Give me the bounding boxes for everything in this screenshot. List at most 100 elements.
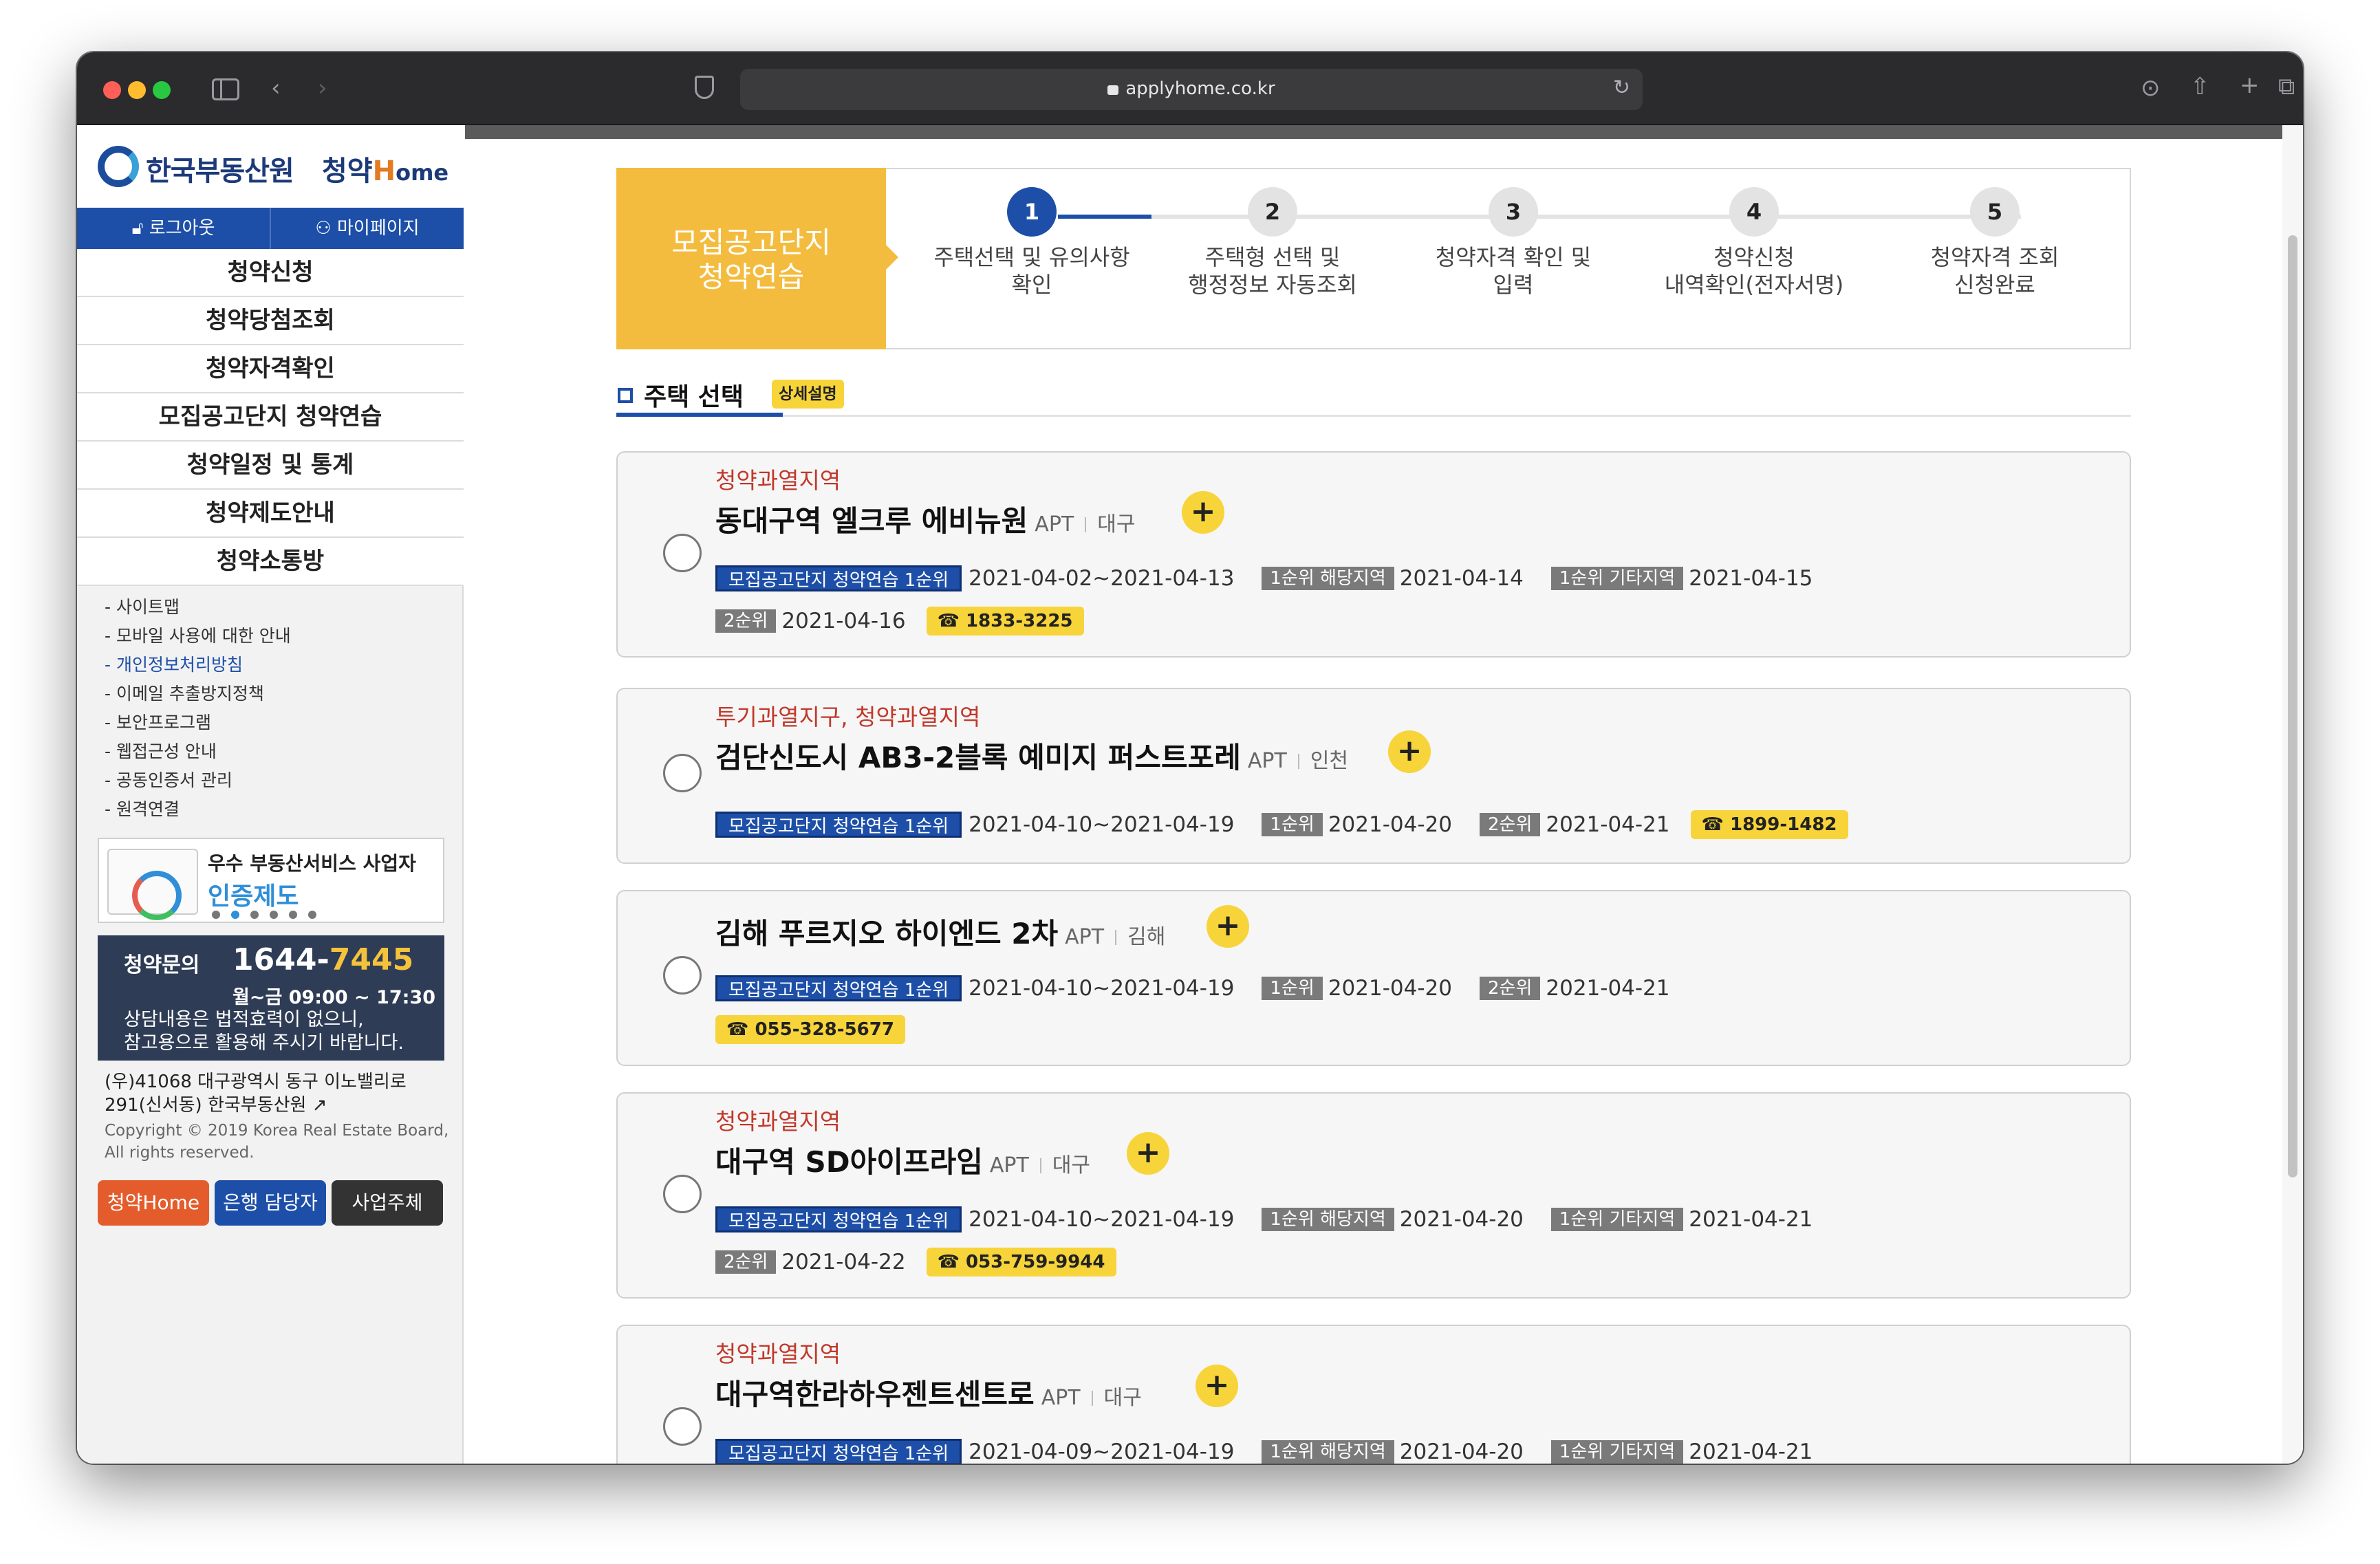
housing-tag: 투기과열지구, 청약과열지역 xyxy=(715,704,981,730)
steps-title: 모집공고단지 청약연습 xyxy=(616,168,898,349)
certification-banner[interactable]: 우수 부동산서비스 사업자 인증제도 xyxy=(98,838,444,923)
banner-pager[interactable] xyxy=(212,911,316,919)
close-window-button[interactable] xyxy=(103,81,121,99)
housing-card[interactable]: 청약과열지역 대구역 SD아이프라임 APT 대구 + 모집공고단지 청약연습 1순… xyxy=(616,1092,2131,1299)
phone-badge[interactable]: ☎ 1833-3225 xyxy=(926,607,1084,636)
inquiry-phone: 1644-7445 xyxy=(232,942,414,977)
inquiry-box: 청약문의 1644-7445 월~금 09:00 ~ 17:30 상담내용은 법… xyxy=(98,935,444,1061)
housing-radio[interactable] xyxy=(663,754,702,792)
applyhome-button[interactable]: 청약Home xyxy=(98,1180,209,1226)
forward-icon[interactable]: › xyxy=(318,74,327,102)
housing-tag: 청약과열지역 xyxy=(715,467,841,494)
sidebar-item-apply[interactable]: 청약신청 xyxy=(77,249,464,297)
mypage-button[interactable]: ⚇ 마이페이지 xyxy=(271,208,464,249)
housing-card[interactable]: 투기과열지구, 청약과열지역 검단신도시 AB3-2블록 예미지 퍼스트포레 AP… xyxy=(616,688,2131,864)
detail-info-button[interactable]: 상세설명 xyxy=(772,380,844,409)
step-4: 4 청약신청 내역확인(전자서명) xyxy=(1637,187,1871,298)
link-security-program[interactable]: - 보안프로그램 xyxy=(105,708,291,737)
schedule-row: 모집공고단지 청약연습 1순위 2021-04-10~2021-04-19 1순위… xyxy=(715,1206,1840,1232)
housing-title: 검단신도시 AB3-2블록 예미지 퍼스트포레 APT 인천 xyxy=(715,741,1349,774)
housing-title: 대구역 SD아이프라임 APT 대구 xyxy=(715,1145,1091,1179)
url-text: applyhome.co.kr xyxy=(1125,78,1275,99)
new-tab-icon[interactable]: + xyxy=(2240,72,2260,99)
sidebar: 한국부동산원 청약Home 🔓︎ 로그아웃 ⚇ 마이페이지 청약신청 청약당첨조… xyxy=(77,125,464,1464)
add-icon[interactable]: + xyxy=(1388,730,1431,773)
schedule-row: ☎ 055-328-5677 xyxy=(715,1015,905,1044)
link-certificate[interactable]: - 공동인증서 관리 xyxy=(105,766,291,795)
housing-radio[interactable] xyxy=(663,1407,702,1446)
cert-line2: 인증제도 xyxy=(208,882,299,911)
phone-badge[interactable]: ☎ 1899-1482 xyxy=(1690,810,1848,839)
schedule-row: 2순위 2021-04-22 ☎ 053-759-9944 xyxy=(715,1248,1116,1277)
minimize-window-button[interactable] xyxy=(128,81,146,99)
site-switch-buttons: 청약Home 은행 담당자 사업주체 xyxy=(98,1180,443,1226)
sidebar-item-schedule[interactable]: 청약일정 및 통계 xyxy=(77,442,464,490)
zoom-window-button[interactable] xyxy=(153,81,171,99)
link-privacy-policy[interactable]: - 개인정보처리방침 xyxy=(105,651,291,680)
browser-window: ‹ › applyhome.co.kr ↻ ⊙ ⇧ + ⧉ 한국부동산원 청약H… xyxy=(77,52,2303,1464)
link-email-policy[interactable]: - 이메일 추출방지정책 xyxy=(105,680,291,708)
housing-tag: 청약과열지역 xyxy=(715,1340,841,1367)
site-logo[interactable]: 한국부동산원 청약Home xyxy=(77,125,464,208)
inquiry-note: 상담내용은 법적효력이 없으니, 참고용으로 활용해 주시기 바랍니다. xyxy=(124,1009,404,1054)
bank-staff-button[interactable]: 은행 담당자 xyxy=(215,1180,326,1226)
add-icon[interactable]: + xyxy=(1207,905,1249,948)
reload-icon[interactable]: ↻ xyxy=(1613,76,1630,100)
housing-radio[interactable] xyxy=(663,1175,702,1213)
tab-overview-icon[interactable]: ⧉ xyxy=(2278,73,2295,100)
inquiry-hours: 월~금 09:00 ~ 17:30 xyxy=(232,987,436,1008)
inquiry-label: 청약문의 xyxy=(124,953,200,977)
lock-icon: 🔓︎ xyxy=(131,218,149,239)
section-header: 주택 선택 상세설명 xyxy=(616,362,2131,417)
address: (우)41068 대구광역시 동구 이노밸리로 291(신서동) 한국부동산원 … xyxy=(105,1072,407,1116)
housing-radio[interactable] xyxy=(663,534,702,572)
link-accessibility[interactable]: - 웹접근성 안내 xyxy=(105,737,291,766)
housing-tag: 청약과열지역 xyxy=(715,1108,841,1135)
back-icon[interactable]: ‹ xyxy=(271,74,281,102)
scrollbar-thumb[interactable] xyxy=(2288,235,2297,1177)
address-bar[interactable]: applyhome.co.kr ↻ xyxy=(740,69,1643,110)
sidebar-item-guide[interactable]: 청약제도안내 xyxy=(77,490,464,538)
share-icon[interactable]: ⇧ xyxy=(2190,73,2210,100)
add-icon[interactable]: + xyxy=(1127,1132,1169,1175)
copyright: Copyright © 2019 Korea Real Estate Board… xyxy=(105,1122,449,1162)
phone-badge[interactable]: ☎ 055-328-5677 xyxy=(715,1015,905,1044)
housing-card[interactable]: 청약과열지역 대구역한라하우젠트센트로 APT 대구 + 모집공고단지 청약연습 1… xyxy=(616,1325,2131,1464)
housing-card[interactable]: 김해 푸르지오 하이엔드 2차 APT 김해 + 모집공고단지 청약연습 1순위 20… xyxy=(616,890,2131,1066)
link-remote[interactable]: - 원격연결 xyxy=(105,795,291,824)
add-icon[interactable]: + xyxy=(1196,1365,1238,1407)
sidebar-menu: 청약신청 청약당첨조회 청약자격확인 모집공고단지 청약연습 청약일정 및 통계… xyxy=(77,249,464,586)
logo-icon xyxy=(98,146,139,187)
logo-org-name: 한국부동산원 xyxy=(146,155,294,187)
browser-titlebar: ‹ › applyhome.co.kr ↻ ⊙ ⇧ + ⧉ xyxy=(77,52,2303,125)
schedule-row: 모집공고단지 청약연습 1순위 2021-04-10~2021-04-19 1순위… xyxy=(715,975,1698,1001)
add-icon[interactable]: + xyxy=(1182,491,1224,534)
certification-emblem-icon xyxy=(107,849,198,920)
section-square-icon xyxy=(618,388,633,403)
phone-badge[interactable]: ☎ 053-759-9944 xyxy=(926,1248,1116,1277)
sidebar-item-practice[interactable]: 모집공고단지 청약연습 xyxy=(77,393,464,442)
sidebar-toggle-icon[interactable] xyxy=(212,78,239,100)
housing-radio[interactable] xyxy=(663,956,702,995)
privacy-shield-icon[interactable] xyxy=(695,76,714,99)
auth-bar: 🔓︎ 로그아웃 ⚇ 마이페이지 xyxy=(77,208,464,249)
schedule-row: 모집공고단지 청약연습 1순위 2021-04-09~2021-04-19 1순위… xyxy=(715,1439,1840,1464)
download-icon[interactable]: ⊙ xyxy=(2141,74,2161,102)
housing-title: 대구역한라하우젠트센트로 APT 대구 xyxy=(715,1378,1142,1411)
housing-title: 김해 푸르지오 하이엔드 2차 APT 김해 xyxy=(715,917,1166,951)
link-sitemap[interactable]: - 사이트맵 xyxy=(105,593,291,622)
housing-card[interactable]: 청약과열지역 동대구역 엘크루 에비뉴원 APT 대구 + 모집공고단지 청약연습 … xyxy=(616,451,2131,658)
sidebar-item-community[interactable]: 청약소통방 xyxy=(77,538,464,586)
footer-links: - 사이트맵 - 모바일 사용에 대한 안내 - 개인정보처리방침 - 이메일 … xyxy=(105,593,291,824)
scrollbar[interactable] xyxy=(2282,125,2303,1464)
user-icon: ⚇ xyxy=(315,218,337,239)
link-mobile-guide[interactable]: - 모바일 사용에 대한 안내 xyxy=(105,622,291,651)
section-title: 주택 선택 xyxy=(644,383,744,411)
external-link-icon[interactable]: ↗ xyxy=(312,1095,327,1116)
step-2: 2 주택형 선택 및 행정정보 자동조회 xyxy=(1156,187,1389,298)
sidebar-item-win-check[interactable]: 청약당첨조회 xyxy=(77,297,464,345)
logout-button[interactable]: 🔓︎ 로그아웃 xyxy=(77,208,271,249)
business-entity-button[interactable]: 사업주체 xyxy=(332,1180,443,1226)
schedule-row: 2순위 2021-04-16 ☎ 1833-3225 xyxy=(715,607,1084,636)
sidebar-item-eligibility[interactable]: 청약자격확인 xyxy=(77,345,464,393)
